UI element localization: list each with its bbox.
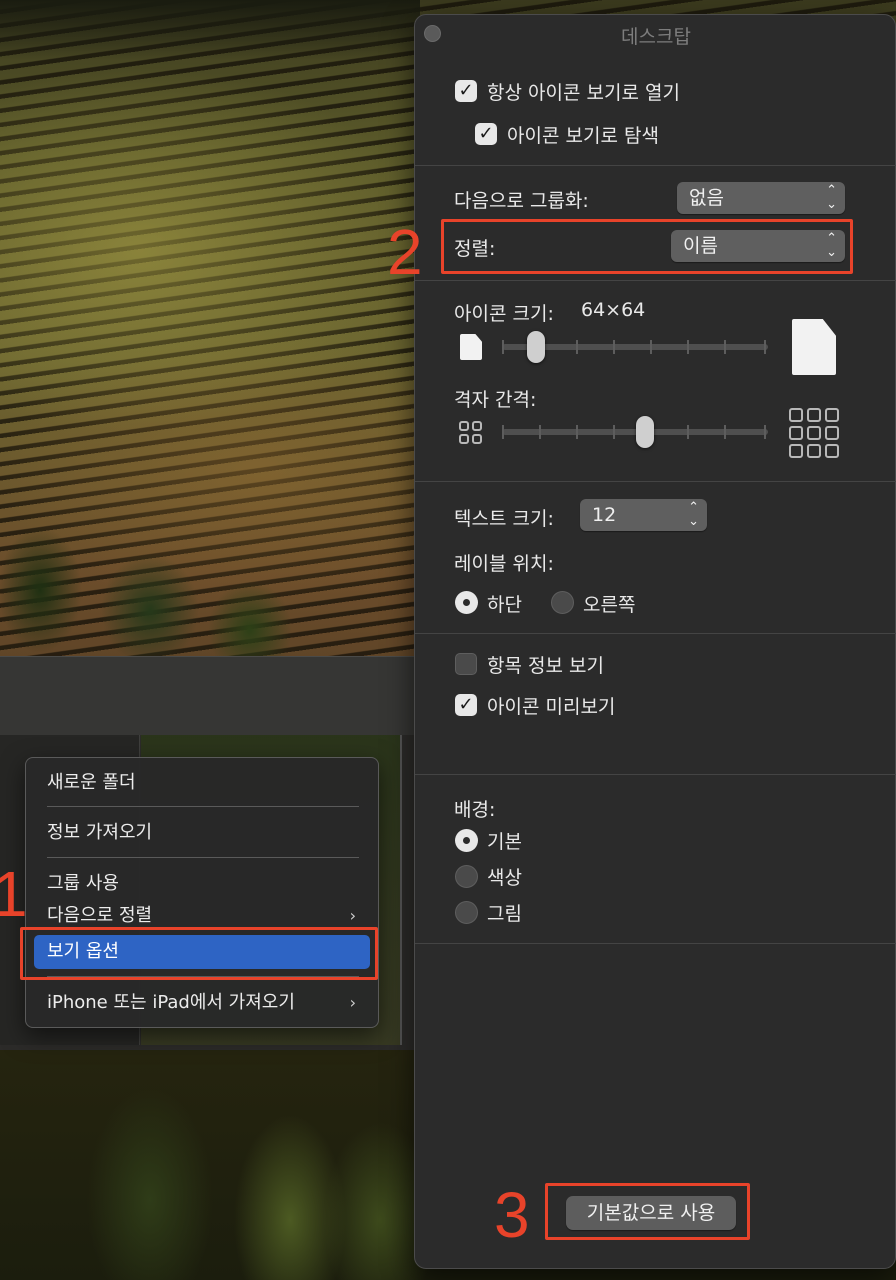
label-position-right-radio[interactable] <box>551 591 574 614</box>
show-icon-preview-checkbox[interactable]: ✓ <box>455 694 477 716</box>
always-open-icon-view-label: 항상 아이콘 보기로 열기 <box>487 82 680 104</box>
panel-divider <box>415 481 896 482</box>
arrow-down-icon: ⌄ <box>688 514 699 529</box>
chevron-right-icon: › <box>349 993 356 1012</box>
text-size-value: 12 <box>592 504 617 526</box>
text-size-label: 텍스트 크기: <box>454 508 554 530</box>
updown-arrows-icon: ⌃ ⌄ <box>688 499 699 531</box>
slider-tick <box>613 425 615 439</box>
menu-separator <box>47 857 359 858</box>
callout-box-sort <box>441 219 853 274</box>
arrow-up-icon: ⌃ <box>688 500 699 515</box>
menu-item-get-info[interactable]: 정보 가져오기 <box>34 816 370 850</box>
show-item-info-checkbox[interactable] <box>455 653 477 675</box>
menu-item-label: iPhone 또는 iPad에서 가져오기 <box>47 992 295 1013</box>
menu-item-import-from-iphone[interactable]: iPhone 또는 iPad에서 가져오기 › <box>34 986 370 1020</box>
show-icon-preview-label: 아이콘 미리보기 <box>487 696 616 718</box>
menu-separator <box>47 806 359 807</box>
slider-tick <box>650 340 652 354</box>
menu-item-new-folder[interactable]: 새로운 폴더 <box>34 766 370 800</box>
background-color-label: 색상 <box>487 867 522 889</box>
group-by-popup[interactable]: 없음 ⌃ ⌄ <box>677 182 845 214</box>
slider-tick <box>687 340 689 354</box>
grid-spacing-slider[interactable] <box>502 414 768 450</box>
icon-size-value: 64×64 <box>581 299 646 321</box>
slider-tick <box>502 425 504 439</box>
show-item-info-label: 항목 정보 보기 <box>487 655 604 677</box>
arrow-up-icon: ⌃ <box>826 183 837 198</box>
slider-tick <box>576 340 578 354</box>
menu-item-label: 정보 가져오기 <box>47 822 153 843</box>
menu-item-label: 새로운 폴더 <box>47 772 136 793</box>
callout-box-view-options <box>20 927 378 980</box>
slider-tick <box>724 340 726 354</box>
slider-tick <box>539 425 541 439</box>
panel-divider <box>415 165 896 166</box>
slider-tick <box>613 340 615 354</box>
background-picture-label: 그림 <box>487 903 522 925</box>
grid-large-icon <box>789 408 839 458</box>
callout-number-1: 1 <box>0 858 28 930</box>
callout-number-3: 3 <box>494 1179 530 1251</box>
icon-size-label: 아이콘 크기: <box>454 303 554 325</box>
background-default-label: 기본 <box>487 831 522 853</box>
grid-small-icon <box>459 421 483 445</box>
callout-number-2: 2 <box>387 216 423 288</box>
slider-tick <box>764 425 766 439</box>
menu-item-label: 그룹 사용 <box>47 873 119 894</box>
label-position-bottom-radio[interactable] <box>455 591 478 614</box>
panel-divider <box>415 633 896 634</box>
callout-box-defaults <box>545 1183 750 1240</box>
updown-arrows-icon: ⌃ ⌄ <box>826 182 837 214</box>
always-open-icon-view-checkbox[interactable]: ✓ <box>455 80 477 102</box>
background-color-radio[interactable] <box>455 865 478 888</box>
desktop-context-menu: 새로운 폴더 정보 가져오기 그룹 사용 다음으로 정렬 › 보기 옵션 iPh… <box>25 757 379 1028</box>
finder-divider <box>400 735 402 1045</box>
text-size-popup[interactable]: 12 ⌃ ⌄ <box>580 499 707 531</box>
slider-tick <box>502 340 504 354</box>
panel-divider <box>415 943 896 944</box>
panel-titlebar: 데스크탑 <box>415 15 896 51</box>
group-by-value: 없음 <box>689 187 724 209</box>
menu-item-use-groups[interactable]: 그룹 사용 <box>34 867 370 901</box>
label-position-label: 레이블 위치: <box>454 553 554 575</box>
grid-spacing-slider-knob[interactable] <box>635 416 654 448</box>
view-options-panel: 데스크탑 ✓ 항상 아이콘 보기로 열기 ✓ 아이콘 보기로 탐색 다음으로 그… <box>414 14 896 1269</box>
panel-title: 데스크탑 <box>621 26 691 48</box>
wallpaper-trees <box>0 470 330 660</box>
small-document-icon <box>460 334 482 360</box>
background-picture-radio[interactable] <box>455 901 478 924</box>
background-default-radio[interactable] <box>455 829 478 852</box>
menu-item-label: 다음으로 정렬 <box>47 905 153 926</box>
panel-divider <box>415 280 896 281</box>
slider-tick <box>764 340 766 354</box>
grid-spacing-label: 격자 간격: <box>454 389 537 411</box>
browse-icon-view-label: 아이콘 보기로 탐색 <box>507 125 659 147</box>
label-position-right-label: 오른쪽 <box>583 594 636 616</box>
group-by-label: 다음으로 그룹화: <box>454 190 589 212</box>
panel-divider <box>415 774 896 775</box>
slider-tick <box>576 425 578 439</box>
browse-icon-view-checkbox[interactable]: ✓ <box>475 123 497 145</box>
icon-size-slider[interactable] <box>502 329 768 365</box>
large-document-icon <box>792 319 836 375</box>
slider-tick <box>724 425 726 439</box>
finder-toolbar <box>0 657 420 735</box>
background-label: 배경: <box>454 799 496 821</box>
slider-tick <box>687 425 689 439</box>
icon-size-slider-knob[interactable] <box>526 331 545 363</box>
wallpaper-treeline <box>0 0 420 60</box>
label-position-bottom-label: 하단 <box>487 594 522 616</box>
arrow-down-icon: ⌄ <box>826 197 837 212</box>
